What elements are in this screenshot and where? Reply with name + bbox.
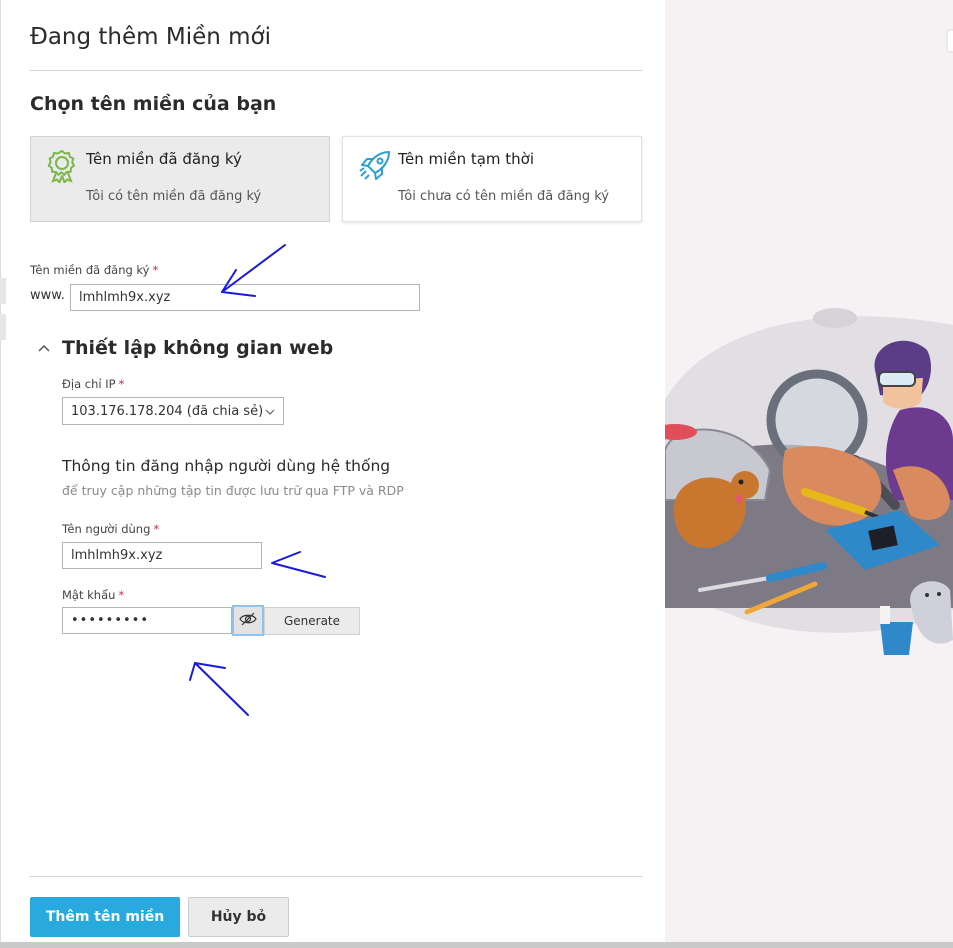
registered-domain-card[interactable]: Tên miền đã đăng ký Tôi có tên miền đã đ…	[30, 136, 330, 222]
password-input[interactable]: •••••••••	[62, 607, 232, 634]
login-info-title: Thông tin đăng nhập người dùng hệ thống	[62, 457, 391, 475]
registered-domain-card-title: Tên miền đã đăng ký	[86, 150, 242, 168]
chevron-up-icon[interactable]	[38, 341, 62, 356]
page-title: Đang thêm Miền mới	[30, 24, 272, 50]
cat	[910, 581, 953, 644]
add-domain-button[interactable]: Thêm tên miền	[30, 897, 180, 937]
temporary-domain-card-title: Tên miền tạm thời	[398, 150, 535, 168]
domain-field-label-text: Tên miền đã đăng ký	[30, 263, 150, 277]
cloud-shape	[813, 308, 857, 328]
required-mark: *	[152, 263, 159, 277]
cat-eye	[937, 592, 941, 596]
corner-tab	[946, 29, 953, 53]
ip-select[interactable]: 103.176.178.204 (đã chia sẻ)	[62, 397, 284, 425]
generate-password-button[interactable]: Generate	[264, 607, 360, 635]
cancel-button[interactable]: Hủy bỏ	[188, 897, 289, 937]
cup-paper	[880, 606, 890, 624]
username-input[interactable]: lmhlmh9x.xyz	[62, 542, 262, 569]
add-domain-panel: Đang thêm Miền mới Chọn tên miền của bạn…	[0, 0, 665, 948]
dog-eye	[738, 479, 744, 485]
ip-select-value: 103.176.178.204 (đã chia sẻ)	[71, 403, 264, 419]
ip-label-text: Địa chỉ IP	[62, 377, 116, 391]
choose-domain-title: Chọn tên miền của bạn	[30, 93, 277, 115]
username-label: Tên người dùng *	[62, 522, 159, 536]
cat-eye	[925, 593, 929, 597]
temporary-domain-card[interactable]: Tên miền tạm thời Tôi chưa có tên miền đ…	[342, 136, 642, 222]
rocket-icon	[358, 149, 390, 183]
temporary-domain-card-subtitle: Tôi chưa có tên miền đã đăng ký	[398, 189, 609, 204]
registered-domain-card-subtitle: Tôi có tên miền đã đăng ký	[86, 189, 262, 204]
title-divider	[30, 70, 642, 71]
chevron-down-icon	[265, 404, 275, 419]
cup	[880, 622, 913, 655]
eye-slash-icon	[239, 611, 257, 630]
login-info-desc: để truy cập những tập tin được lưu trữ q…	[62, 483, 404, 498]
password-label-text: Mật khẩu	[62, 588, 116, 602]
required-mark: *	[153, 522, 160, 536]
hosting-section-title: Thiết lập không gian web	[62, 337, 334, 359]
developer-illustration	[653, 29, 953, 655]
www-prefix: www.	[30, 288, 65, 303]
person-goggles	[878, 371, 916, 387]
toggle-password-visibility-button[interactable]	[232, 605, 264, 636]
hosting-section-header[interactable]: Thiết lập không gian web	[38, 337, 333, 359]
ip-label: Địa chỉ IP *	[62, 377, 124, 391]
award-icon	[46, 149, 78, 185]
footer-divider	[30, 876, 642, 877]
domain-input[interactable]: lmhlmh9x.xyz	[70, 284, 420, 311]
horizontal-scrollbar[interactable]	[0, 942, 953, 948]
left-edge-tab	[0, 278, 6, 304]
password-label: Mật khẩu *	[62, 588, 124, 602]
required-mark: *	[118, 377, 125, 391]
required-mark: *	[118, 588, 125, 602]
illustration-pane	[653, 0, 953, 948]
dog-head	[731, 471, 759, 499]
username-label-text: Tên người dùng	[62, 522, 151, 536]
domain-field-label: Tên miền đã đăng ký *	[30, 263, 158, 277]
left-edge-tab	[0, 314, 6, 340]
